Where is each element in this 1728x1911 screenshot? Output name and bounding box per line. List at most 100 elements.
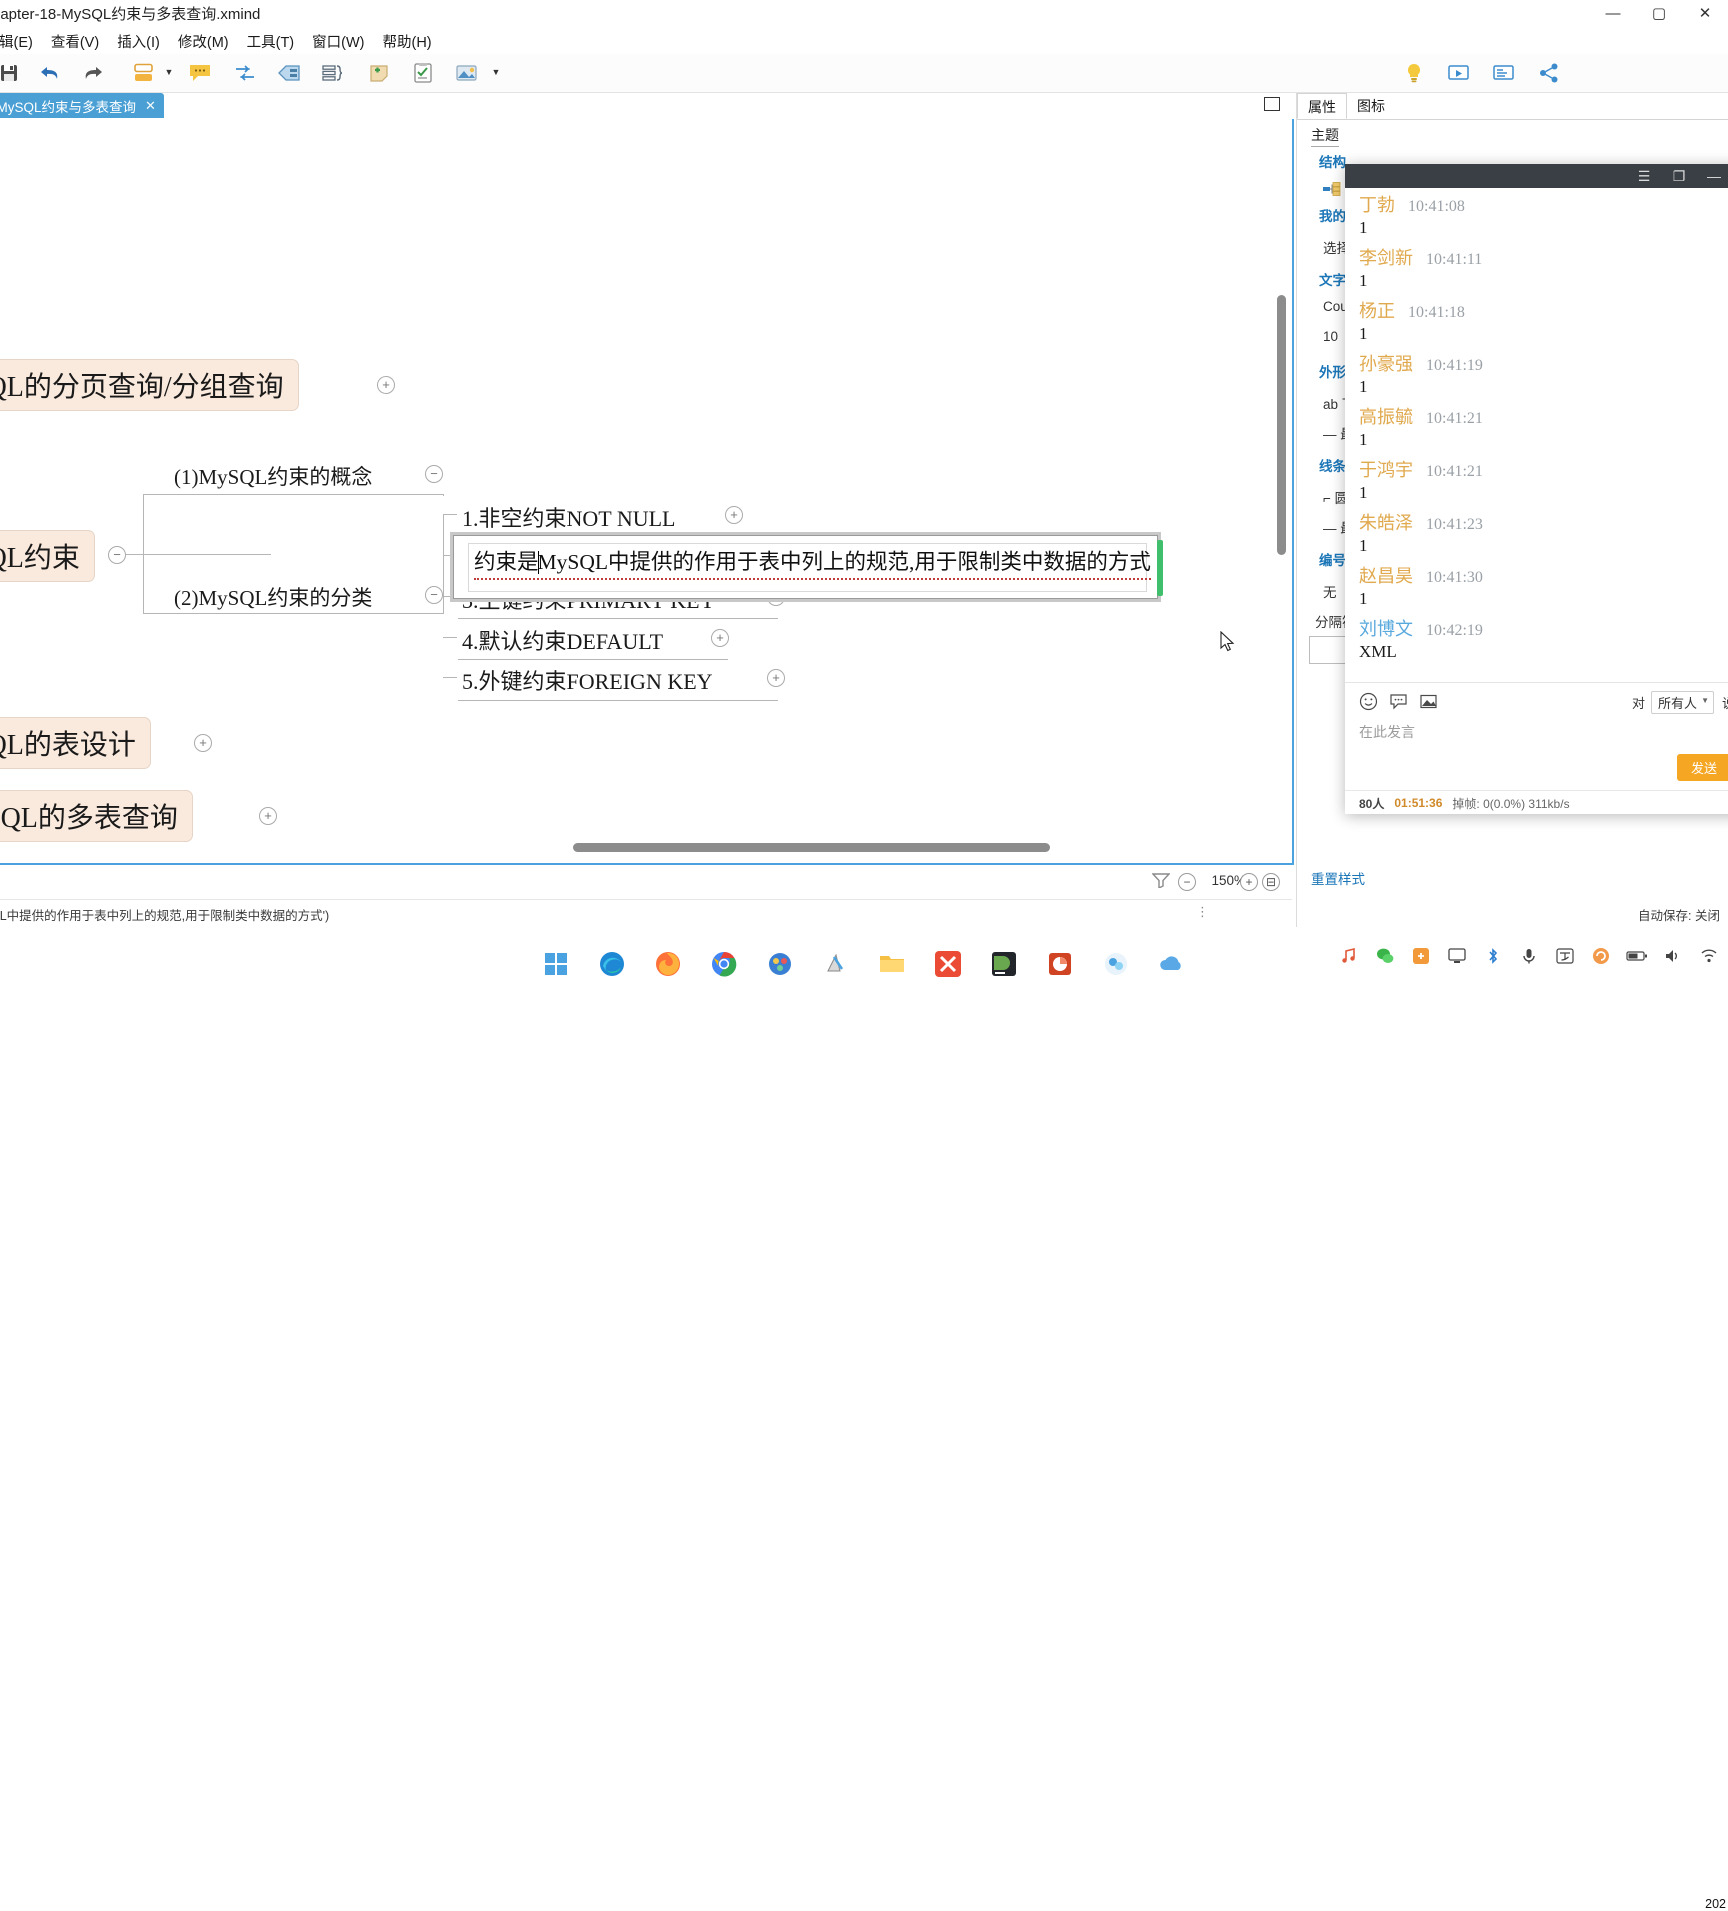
menu-item-insert[interactable]: 插入(I) — [108, 29, 169, 54]
document-tab[interactable]: -MySQL约束与多表查询 ✕ — [0, 93, 164, 118]
emoji-icon[interactable] — [1353, 688, 1383, 714]
xmind-icon[interactable] — [931, 947, 965, 981]
expand-toggle-paging-query[interactable]: + — [377, 376, 395, 394]
image-caret-icon[interactable]: ▼ — [490, 66, 502, 78]
relationship-icon[interactable] — [230, 58, 260, 88]
chat-message-list[interactable]: 丁勃 10:41:08 1 李剑新 10:41:11 1 杨正 10:41:18… — [1345, 188, 1728, 682]
close-icon[interactable]: ✕ — [145, 98, 156, 114]
zoom-out-button[interactable]: − — [1178, 873, 1196, 891]
expand-toggle-table-design[interactable]: + — [194, 734, 212, 752]
mindmap-node-multitable-query[interactable]: ySQL的多表查询 — [0, 790, 193, 842]
expand-toggle-default[interactable]: + — [711, 629, 729, 647]
menu-item-tools[interactable]: 工具(T) — [238, 29, 304, 54]
edge-icon[interactable] — [595, 947, 629, 981]
maximize-button[interactable]: ▢ — [1636, 0, 1682, 26]
canvas-vertical-scrollbar[interactable] — [1277, 295, 1286, 555]
collapse-toggle-constraint-kinds[interactable]: − — [425, 586, 443, 604]
note-icon[interactable] — [185, 58, 215, 88]
image-icon[interactable] — [1413, 688, 1443, 714]
chat-recipient-selector[interactable]: 对 所有人 ▼ 说 — [1632, 691, 1728, 714]
message-icon[interactable] — [1383, 688, 1413, 714]
menu-item-window[interactable]: 窗口(W) — [303, 29, 373, 54]
battery-icon[interactable] — [1626, 945, 1648, 967]
image-icon[interactable] — [452, 58, 482, 88]
canvas-horizontal-scrollbar[interactable] — [573, 843, 1050, 852]
menu-item-view[interactable]: 查看(V) — [42, 29, 108, 54]
lightbulb-icon[interactable] — [1399, 58, 1429, 88]
menu-item-help[interactable]: 帮助(H) — [373, 29, 440, 54]
tab-icons[interactable]: 图标 — [1347, 93, 1395, 119]
sogou-icon[interactable] — [1590, 945, 1612, 967]
firefox-icon[interactable] — [651, 947, 685, 981]
bluetooth-icon[interactable] — [1482, 945, 1504, 967]
mic-icon[interactable] — [1518, 945, 1540, 967]
mindmap-node-foreign-key[interactable]: 5.外键约束FOREIGN KEY — [458, 662, 717, 698]
powerpoint-icon[interactable] — [1043, 947, 1077, 981]
menu-item-edit[interactable]: 辑(E) — [0, 29, 42, 54]
fit-screen-button[interactable]: ⊟ — [1262, 873, 1280, 891]
boundary-icon[interactable] — [275, 58, 305, 88]
cloud-icon[interactable] — [1155, 947, 1189, 981]
mindmap-node-constraint-concept[interactable]: (1)MySQL约束的概念 — [170, 459, 376, 493]
collapse-toggle-sql-constraint[interactable]: − — [108, 546, 126, 564]
property-numbering-value[interactable]: 无 — [1323, 581, 1337, 601]
restore-icon[interactable] — [1264, 97, 1280, 111]
task-icon[interactable] — [408, 58, 438, 88]
expand-toggle-foreign-key[interactable]: + — [767, 669, 785, 687]
chat-input-area[interactable]: 在此发言 — [1345, 718, 1728, 774]
summary-icon[interactable] — [318, 58, 348, 88]
collapse-toggle-constraint-concept[interactable]: − — [425, 465, 443, 483]
dropdown-caret-icon[interactable]: ▼ — [163, 66, 175, 78]
expand-toggle-not-null[interactable]: + — [725, 506, 743, 524]
datagrip-icon[interactable] — [987, 947, 1021, 981]
app-colorful-icon[interactable] — [763, 947, 797, 981]
snipaste-icon[interactable] — [819, 947, 853, 981]
topic-icon[interactable] — [129, 58, 159, 88]
presentation-icon[interactable] — [1444, 58, 1474, 88]
property-font-size-value[interactable]: 10 — [1323, 329, 1338, 344]
mindmap-node-table-design[interactable]: SQL的表设计 — [0, 717, 151, 769]
tab-properties[interactable]: 属性 — [1297, 93, 1347, 119]
orange-icon[interactable] — [1410, 945, 1432, 967]
share-icon[interactable] — [1534, 58, 1564, 88]
ime-icon[interactable] — [1554, 945, 1576, 967]
send-button[interactable]: 发送 — [1676, 754, 1728, 781]
music-icon[interactable] — [1338, 945, 1360, 967]
save-icon[interactable] — [0, 58, 24, 88]
restore-icon[interactable]: ❐ — [1670, 167, 1688, 185]
mindmap-node-not-null[interactable]: 1.非空约束NOT NULL — [458, 499, 679, 535]
sticker-note-icon[interactable] — [364, 58, 394, 88]
minimize-icon[interactable]: — — [1705, 167, 1723, 185]
node-text-editor-inner[interactable]: 约束是MySQL中提供的作用于表中列上的规范,用于限制类中数据的方式 — [468, 543, 1151, 592]
network-icon[interactable] — [1698, 945, 1720, 967]
minimize-button[interactable]: — — [1590, 0, 1636, 26]
screen-icon[interactable] — [1446, 945, 1468, 967]
status-bar-handle[interactable]: ⋮ — [1196, 904, 1209, 920]
mindmap-node-paging-query[interactable]: SQL的分页查询/分组查询 — [0, 359, 299, 411]
wechat-icon[interactable] — [1374, 945, 1396, 967]
mindmap-node-constraint-kinds[interactable]: (2)MySQL约束的分类 — [170, 580, 376, 614]
explorer-icon[interactable] — [875, 947, 909, 981]
zoom-in-button[interactable]: + — [1240, 873, 1258, 891]
live-chat-window[interactable]: ☰ ❐ — 丁勃 10:41:08 1 李剑新 10:41:11 1 杨正 10… — [1345, 164, 1728, 814]
mindmap-node-sql-constraint[interactable]: SQL约束 — [0, 530, 95, 582]
expand-toggle-multitable-query[interactable]: + — [259, 807, 277, 825]
menu-item-modify[interactable]: 修改(M) — [169, 29, 238, 54]
app-blue-icon[interactable] — [1099, 947, 1133, 981]
mindmap-node-default[interactable]: 4.默认约束DEFAULT — [458, 622, 667, 658]
outline-icon[interactable] — [1489, 58, 1519, 88]
chat-recipient-dropdown[interactable]: 所有人 ▼ — [1650, 691, 1714, 714]
chrome-icon[interactable] — [707, 947, 741, 981]
menu-icon[interactable]: ☰ — [1635, 167, 1653, 185]
start-icon[interactable] — [539, 947, 573, 981]
redo-icon[interactable] — [78, 58, 108, 88]
reset-style-button[interactable]: 重置样式 — [1311, 868, 1365, 888]
volume-icon[interactable] — [1662, 945, 1684, 967]
undo-icon[interactable] — [35, 58, 65, 88]
node-text-editor[interactable]: 约束是MySQL中提供的作用于表中列上的规范,用于限制类中数据的方式 — [453, 535, 1163, 599]
mindmap-canvas[interactable]: SQL的分页查询/分组查询 + SQL约束 − SQL的表设计 + ySQL的多… — [0, 119, 1294, 865]
chat-window-header[interactable]: ☰ ❐ — — [1345, 164, 1728, 188]
taskbar-clock[interactable]: 202 — [1705, 1897, 1726, 1911]
filter-icon[interactable] — [1151, 872, 1171, 893]
close-button[interactable]: ✕ — [1682, 0, 1728, 26]
